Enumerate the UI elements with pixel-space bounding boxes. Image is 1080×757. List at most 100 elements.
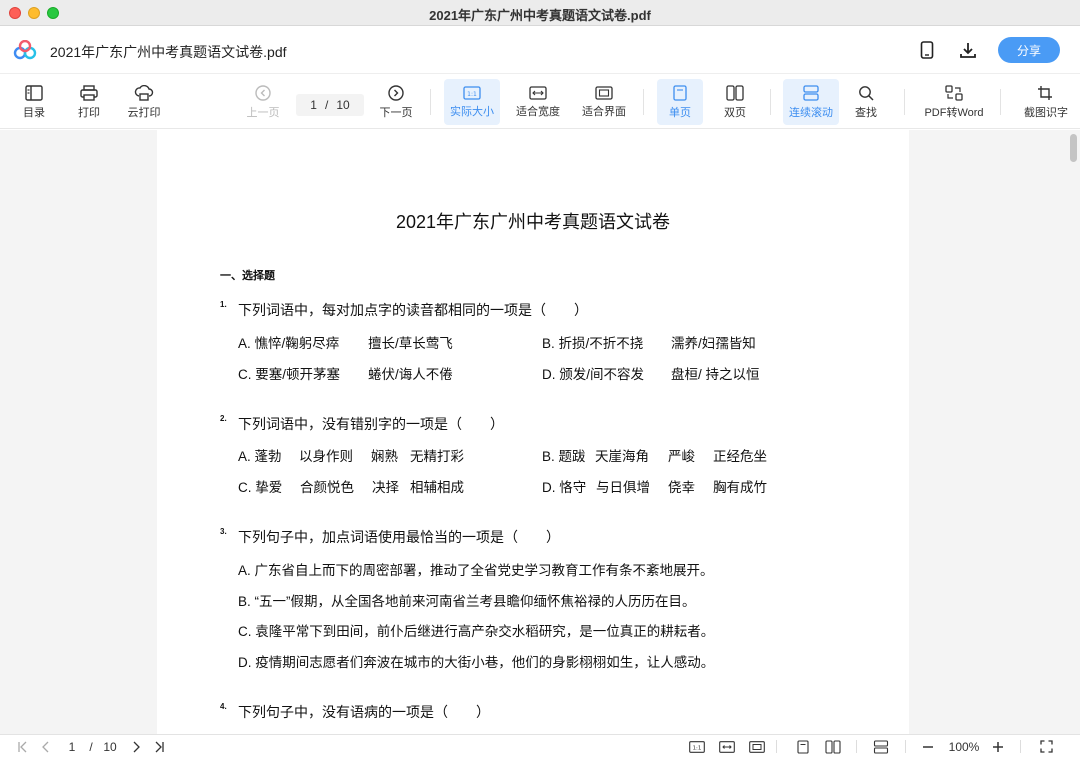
fit-page-icon (595, 85, 613, 100)
document-viewer[interactable]: 2021年广东广州中考真题语文试卷 一、选择题 1. 下列词语中，每对加点字的读… (0, 130, 1080, 734)
prev-page-button[interactable]: 上一页 (243, 79, 283, 125)
status-page-separator: / (89, 739, 93, 754)
screenshot-ocr-button[interactable]: 截图识字 (1018, 79, 1074, 125)
prev-page-icon[interactable] (37, 739, 55, 754)
svg-text:1:1: 1:1 (693, 745, 702, 751)
toolbar: 目录 打印 云打印 上一页 1 / 10 下一页 1:1 实际大小 适合宽度 适… (0, 75, 1080, 129)
option: A. 广东省自上而下的周密部署，推动了全省党史学习教育工作有条不紊地展开。 (238, 563, 714, 578)
page-number-input[interactable]: 1 / 10 (296, 94, 364, 116)
fullscreen-icon[interactable] (1037, 739, 1055, 754)
app-logo-icon (13, 39, 37, 60)
chevron-left-circle-icon (255, 84, 271, 101)
continuous-scroll-icon (803, 84, 819, 101)
paper-title: 2021年广东广州中考真题语文试卷 (395, 212, 671, 232)
fit-width-icon (529, 85, 547, 100)
actual-size-button[interactable]: 1:1 实际大小 (444, 79, 500, 125)
zoom-in-icon[interactable] (990, 739, 1006, 754)
pdf-page: 2021年广东广州中考真题语文试卷 一、选择题 1. 下列词语中，每对加点字的读… (157, 130, 909, 734)
option: D. 恪守 (542, 480, 587, 495)
find-button[interactable]: 查找 (846, 79, 886, 125)
toolbar-divider (770, 89, 771, 115)
status-divider (1020, 740, 1021, 753)
pdf-to-word-button[interactable]: PDF转Word (920, 79, 988, 125)
option: C. 挚爱 (238, 480, 283, 495)
option: B. 折损/不折不挠 (542, 336, 644, 351)
zoom-out-icon[interactable] (920, 739, 936, 754)
option: B. “五一”假期，从全国各地前来河南省兰考县瞻仰缅怀焦裕禄的人历历在目。 (238, 594, 696, 609)
option: 天崖海角 (595, 449, 649, 464)
option: 盘桓/ 持之以恒 (671, 367, 760, 382)
question-number: 2. (220, 414, 227, 423)
status-total-pages: 10 (103, 739, 117, 754)
option: 擅长/草长莺飞 (368, 336, 453, 351)
option: 无精打彩 (410, 449, 464, 464)
first-page-icon[interactable] (14, 739, 32, 754)
last-page-icon[interactable] (150, 739, 168, 754)
next-page-button[interactable]: 下一页 (376, 79, 416, 125)
next-page-icon[interactable] (127, 739, 145, 754)
fit-page-button[interactable]: 适合界面 (578, 79, 630, 125)
question-number: 4. (220, 702, 227, 711)
cloud-print-button[interactable]: 云打印 (122, 79, 166, 125)
single-page-icon[interactable] (794, 739, 812, 754)
option: 正经危坐 (713, 449, 767, 464)
option: C. 袁隆平常下到田间，前仆后继进行高产杂交水稻研究，是一位真正的耕耘者。 (238, 624, 715, 639)
option: 蜷伏/诲人不倦 (368, 367, 453, 382)
option: D. 疫情期间志愿者们奔波在城市的大街小巷，他们的身影栩栩如生，让人感动。 (238, 655, 715, 670)
print-button[interactable]: 打印 (69, 79, 109, 125)
window-titlebar: 2021年广东广州中考真题语文试卷.pdf (0, 0, 1080, 26)
option: 濡养/妇孺皆知 (671, 336, 756, 351)
continuous-scroll-button[interactable]: 连续滚动 (783, 79, 839, 125)
mobile-icon[interactable] (916, 39, 938, 61)
option: 娴熟 (371, 449, 398, 464)
toolbar-divider (430, 89, 431, 115)
chevron-right-circle-icon (388, 84, 404, 101)
toc-button[interactable]: 目录 (14, 79, 54, 125)
convert-icon (945, 84, 963, 101)
fit-width-button[interactable]: 适合宽度 (512, 79, 564, 125)
toolbar-divider (643, 89, 644, 115)
printer-icon (80, 84, 98, 101)
option: 相辅相成 (410, 480, 464, 495)
option: D. 颁发/间不容发 (542, 367, 645, 382)
continuous-scroll-icon[interactable] (872, 739, 890, 754)
option: 以身作则 (299, 449, 353, 464)
option: 决择 (372, 480, 399, 495)
option: 胸有成竹 (713, 480, 767, 495)
option: A. 憔悴/鞠躬尽瘁 (238, 336, 340, 351)
toolbar-divider (904, 89, 905, 115)
double-page-icon (726, 84, 744, 101)
single-page-icon (673, 84, 687, 101)
svg-text:1:1: 1:1 (467, 91, 477, 98)
fit-page-icon[interactable] (748, 739, 766, 754)
download-icon[interactable] (957, 39, 979, 61)
option: 侥幸 (668, 480, 695, 495)
question-number: 3. (220, 527, 227, 536)
app-header: 2021年广东广州中考真题语文试卷.pdf 分享 (0, 26, 1080, 74)
scrollbar-thumb[interactable] (1070, 134, 1077, 162)
document-title: 2021年广东广州中考真题语文试卷.pdf (50, 44, 287, 60)
window-title: 2021年广东广州中考真题语文试卷.pdf (429, 8, 651, 23)
single-page-button[interactable]: 单页 (657, 79, 703, 125)
status-divider (905, 740, 906, 753)
crop-icon (1038, 85, 1052, 100)
cloud-printer-icon (134, 84, 154, 101)
question-text: 下列句子中，加点词语使用最恰当的一项是（ ） (238, 529, 560, 545)
actual-size-icon[interactable]: 1:1 (688, 739, 706, 754)
question-text: 下列词语中，没有错别字的一项是（ ） (238, 416, 504, 432)
question-number: 1. (220, 300, 227, 309)
fit-width-icon[interactable] (718, 739, 736, 754)
question-text: 下列句子中，没有语病的一项是（ ） (238, 704, 490, 720)
option: B. 题跋 (542, 449, 586, 464)
share-button[interactable]: 分享 (998, 37, 1060, 63)
status-current-page[interactable]: 1 (64, 739, 80, 754)
option: A. 蓬勃 (238, 449, 282, 464)
option: C. 要塞/顿开茅塞 (238, 367, 341, 382)
status-divider (776, 740, 777, 753)
search-icon (859, 85, 874, 101)
vertical-scrollbar[interactable] (1066, 130, 1080, 734)
zoom-level[interactable]: 100% (944, 739, 984, 754)
double-page-button[interactable]: 双页 (713, 79, 757, 125)
status-divider (856, 740, 857, 753)
double-page-icon[interactable] (824, 739, 842, 754)
